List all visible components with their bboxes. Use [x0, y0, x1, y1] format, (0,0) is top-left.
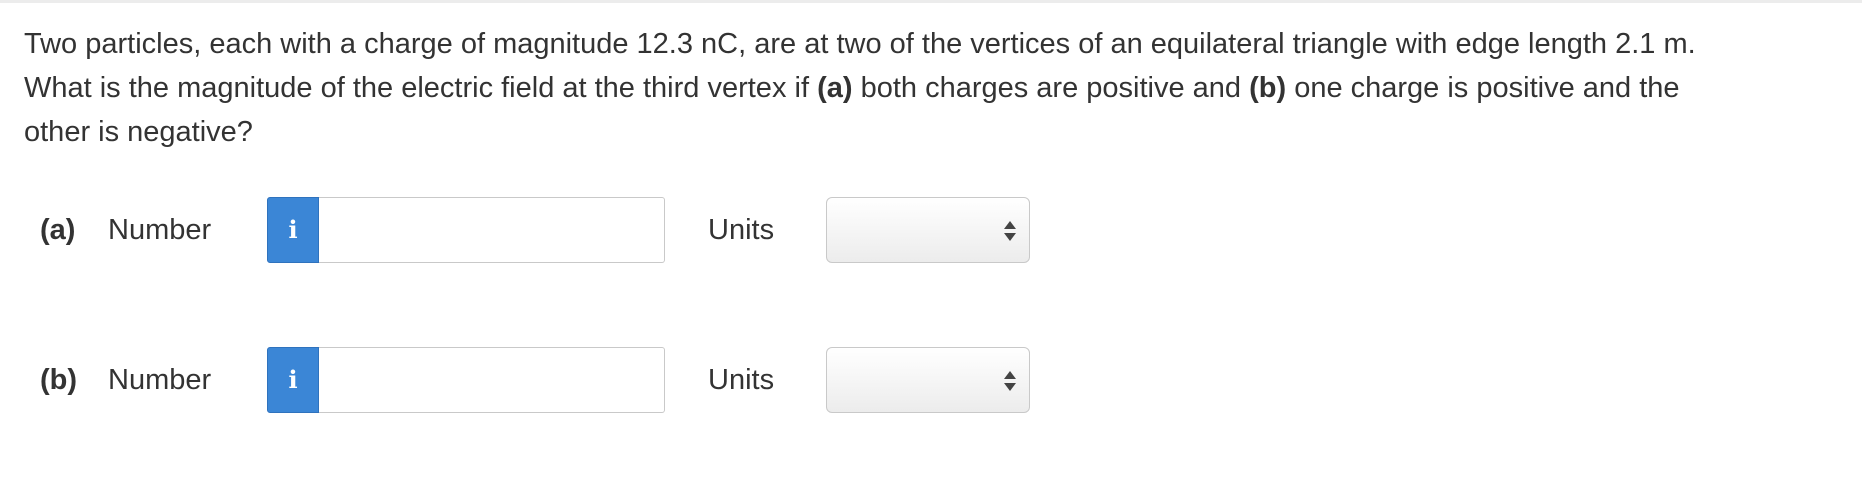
units-select-b[interactable]	[826, 347, 1030, 413]
part-label-a: (a)	[40, 214, 76, 246]
question-line-2-end: one charge is positive and the	[1286, 72, 1680, 104]
question-line-3: other is negative?	[24, 116, 253, 148]
units-label-b: Units	[708, 364, 775, 396]
question-line-1: Two particles, each with a charge of mag…	[24, 28, 1696, 60]
answer-row-b: (b) Number i Units	[0, 347, 1100, 413]
info-icon: i	[288, 365, 298, 394]
info-icon: i	[288, 215, 298, 244]
info-button-a[interactable]: i	[267, 197, 319, 263]
number-input-b[interactable]	[319, 347, 665, 413]
units-select-a[interactable]	[826, 197, 1030, 263]
number-label-a: Number	[108, 214, 212, 246]
number-label-b: Number	[108, 364, 212, 396]
question-line-2: What is the magnitude of the electric fi…	[24, 66, 1824, 110]
part-a-marker: (a)	[817, 72, 853, 104]
answer-row-a: (a) Number i Units	[0, 197, 1100, 263]
up-down-arrows-icon	[1004, 221, 1016, 241]
top-divider	[0, 0, 1862, 3]
info-button-b[interactable]: i	[267, 347, 319, 413]
up-down-arrows-icon	[1004, 371, 1016, 391]
part-b-marker: (b)	[1249, 72, 1287, 104]
number-input-a[interactable]	[319, 197, 665, 263]
units-label-a: Units	[708, 214, 775, 246]
question-text: Two particles, each with a charge of mag…	[24, 22, 1824, 154]
part-label-b: (b)	[40, 364, 78, 396]
question-line-2-start: What is the magnitude of the electric fi…	[24, 72, 818, 104]
question-line-2-mid: both charges are positive and	[852, 72, 1250, 104]
